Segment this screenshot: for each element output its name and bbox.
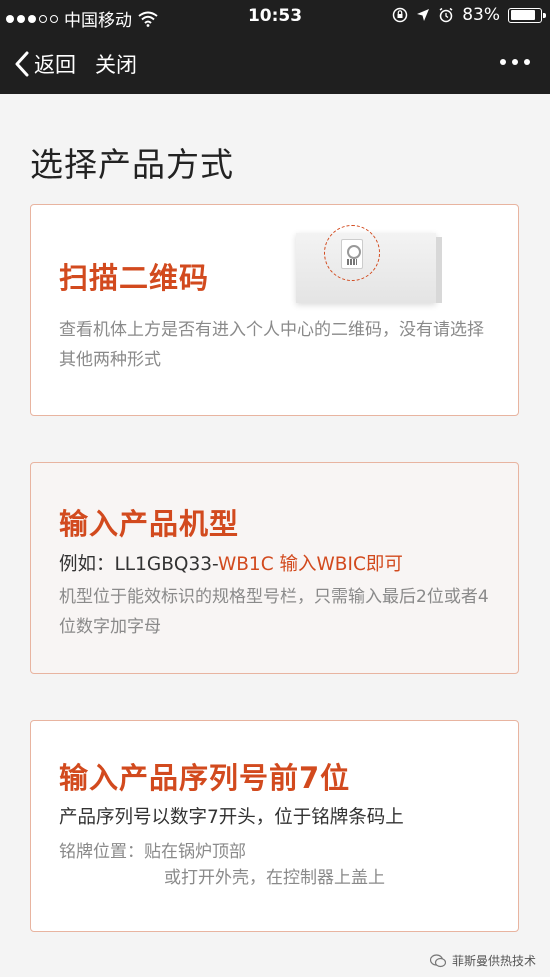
- rotation-lock-icon: [392, 7, 408, 23]
- alarm-icon: [439, 7, 453, 23]
- example-action: 输入WBIC即可: [273, 554, 403, 575]
- location-line-2: 或打开外壳，在控制器上盖上: [164, 868, 385, 888]
- example-prefix: 例如：LL1GBQ33-: [59, 554, 218, 575]
- close-button[interactable]: 关闭: [95, 49, 137, 79]
- boiler-illustration: [296, 225, 442, 303]
- page-content: 选择产品方式 扫描二维码 查看机体上方是否有进入个人中心的二维码，没有请选择其他…: [0, 94, 550, 977]
- status-right: 83%: [392, 5, 546, 25]
- location-arrow-icon: [417, 9, 430, 21]
- nav-bar: 返回 关闭: [0, 32, 550, 94]
- back-button[interactable]: 返回: [14, 49, 76, 79]
- location-line-1: 贴在锅炉顶部: [144, 842, 246, 862]
- watermark-text: 菲斯曼供热技术: [451, 954, 536, 968]
- card-title: 输入产品机型: [59, 507, 240, 541]
- wechat-icon: [429, 953, 446, 967]
- scan-qr-card[interactable]: 扫描二维码 查看机体上方是否有进入个人中心的二维码，没有请选择其他两种形式: [30, 204, 519, 416]
- chevron-left-icon: [15, 51, 29, 77]
- location-label: 铭牌位置：: [59, 842, 144, 862]
- status-bar: 中国移动 10:53 83%: [0, 0, 550, 32]
- model-example: 例如：LL1GBQ33-WB1C 输入WBIC即可: [59, 550, 403, 576]
- page-title: 选择产品方式: [30, 145, 234, 184]
- serial-hint: 产品序列号以数字7开头，位于铭牌条码上: [59, 807, 404, 828]
- card-title: 扫描二维码: [59, 261, 210, 295]
- battery-percent: 83%: [462, 5, 500, 25]
- battery-icon: [508, 7, 546, 23]
- back-label: 返回: [34, 53, 76, 77]
- input-serial-card[interactable]: 输入产品序列号前7位 产品序列号以数字7开头，位于铭牌条码上 铭牌位置：贴在锅炉…: [30, 720, 519, 932]
- more-menu-icon[interactable]: [500, 59, 530, 65]
- qr-code-icon: [341, 239, 363, 269]
- card-description: 机型位于能效标识的规格型号栏，只需输入最后2位或者4位数字加字母: [59, 587, 489, 637]
- input-model-card[interactable]: 输入产品机型 例如：LL1GBQ33-WB1C 输入WBIC即可 机型位于能效标…: [30, 462, 519, 674]
- card-title: 输入产品序列号前7位: [59, 761, 351, 795]
- example-code: WB1C: [217, 554, 274, 575]
- card-description: 查看机体上方是否有进入个人中心的二维码，没有请选择其他两种形式: [59, 320, 484, 370]
- watermark: 菲斯曼供热技术: [429, 952, 536, 969]
